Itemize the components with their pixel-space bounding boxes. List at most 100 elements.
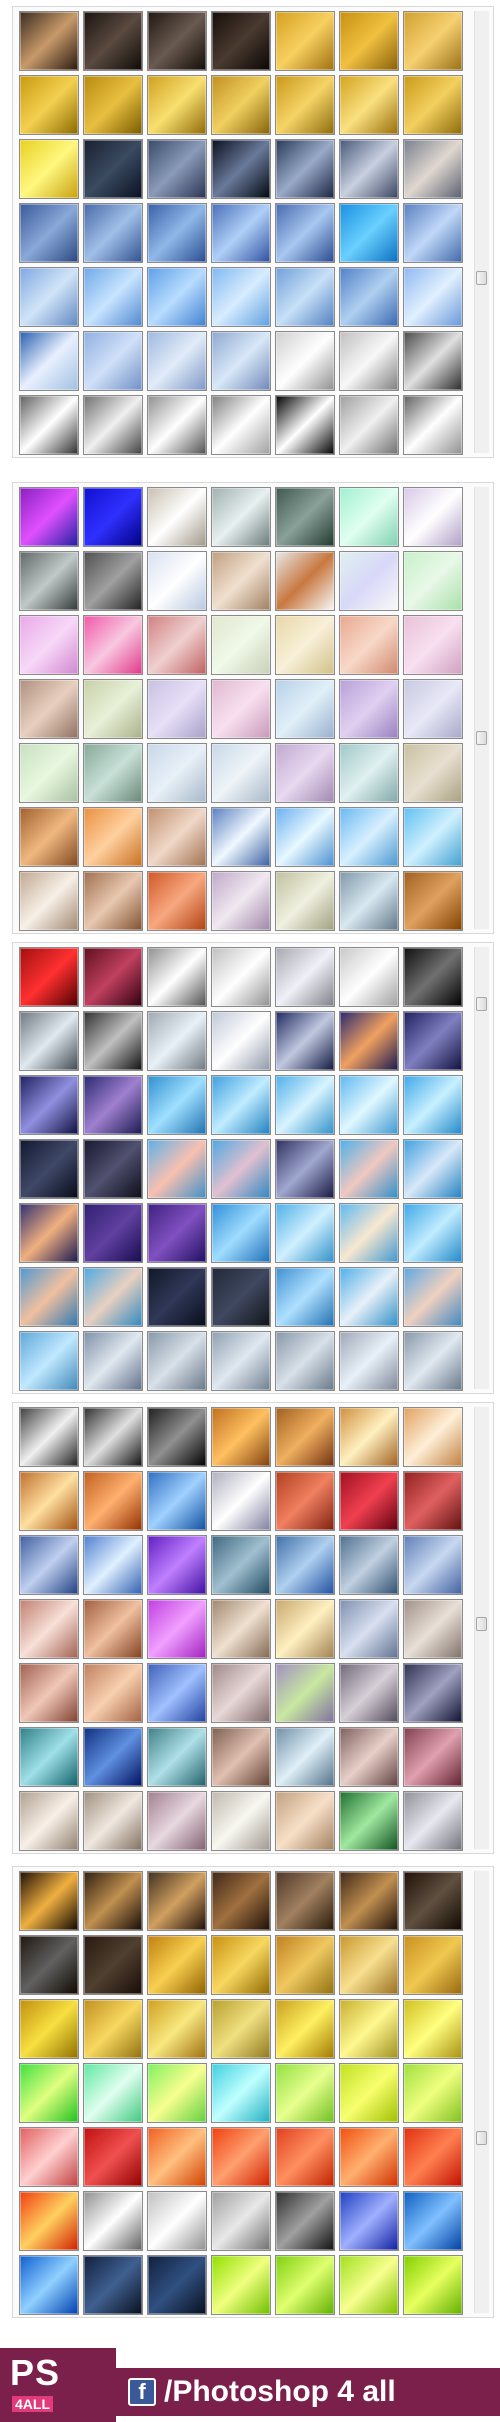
gradient-swatch[interactable]: [19, 1999, 79, 2059]
gradient-swatch[interactable]: [339, 1599, 399, 1659]
gradient-swatch[interactable]: [211, 1935, 271, 1995]
gradient-swatch[interactable]: [147, 139, 207, 199]
gradient-swatch[interactable]: [339, 551, 399, 611]
gradient-swatch[interactable]: [83, 75, 143, 135]
gradient-swatch[interactable]: [147, 871, 207, 931]
gradient-swatch[interactable]: [403, 1663, 463, 1723]
gradient-swatch[interactable]: [83, 1791, 143, 1851]
gradient-swatch[interactable]: [19, 1871, 79, 1931]
gradient-swatch[interactable]: [83, 1267, 143, 1327]
gradient-swatch[interactable]: [403, 487, 463, 547]
gradient-swatch[interactable]: [19, 871, 79, 931]
gradient-swatch[interactable]: [403, 1471, 463, 1531]
gradient-swatch[interactable]: [339, 1727, 399, 1787]
gradient-swatch[interactable]: [83, 743, 143, 803]
gradient-swatch[interactable]: [339, 1011, 399, 1071]
gradient-swatch[interactable]: [147, 1075, 207, 1135]
gradient-swatch[interactable]: [19, 1535, 79, 1595]
gradient-swatch[interactable]: [211, 2127, 271, 2187]
gradient-swatch[interactable]: [147, 331, 207, 391]
gradient-swatch[interactable]: [83, 1011, 143, 1071]
gradient-swatch[interactable]: [83, 871, 143, 931]
gradient-swatch[interactable]: [403, 1791, 463, 1851]
vertical-scrollbar[interactable]: [474, 1871, 489, 2313]
gradient-swatch[interactable]: [275, 2127, 335, 2187]
gradient-swatch[interactable]: [83, 487, 143, 547]
gradient-swatch[interactable]: [403, 1331, 463, 1391]
gradient-swatch[interactable]: [83, 2127, 143, 2187]
gradient-swatch[interactable]: [403, 1999, 463, 2059]
gradient-swatch[interactable]: [403, 1599, 463, 1659]
gradient-swatch[interactable]: [83, 1727, 143, 1787]
gradient-swatch[interactable]: [83, 1871, 143, 1931]
scrollbar-thumb[interactable]: [476, 2131, 487, 2145]
gradient-swatch[interactable]: [83, 139, 143, 199]
gradient-swatch[interactable]: [211, 139, 271, 199]
gradient-swatch[interactable]: [19, 75, 79, 135]
gradient-swatch[interactable]: [147, 1999, 207, 2059]
gradient-swatch[interactable]: [403, 807, 463, 867]
gradient-swatch[interactable]: [83, 2063, 143, 2123]
gradient-swatch[interactable]: [211, 871, 271, 931]
gradient-swatch[interactable]: [147, 1407, 207, 1467]
gradient-swatch[interactable]: [211, 1471, 271, 1531]
gradient-swatch[interactable]: [19, 1203, 79, 1263]
gradient-swatch[interactable]: [339, 1935, 399, 1995]
scrollbar-thumb[interactable]: [476, 271, 487, 285]
gradient-swatch[interactable]: [83, 1139, 143, 1199]
gradient-swatch[interactable]: [403, 1535, 463, 1595]
gradient-swatch[interactable]: [403, 203, 463, 263]
gradient-swatch[interactable]: [211, 743, 271, 803]
vertical-scrollbar[interactable]: [474, 947, 489, 1389]
gradient-swatch[interactable]: [211, 679, 271, 739]
gradient-swatch[interactable]: [339, 615, 399, 675]
gradient-swatch[interactable]: [403, 679, 463, 739]
gradient-swatch[interactable]: [147, 743, 207, 803]
gradient-swatch[interactable]: [403, 395, 463, 455]
gradient-swatch[interactable]: [211, 1203, 271, 1263]
gradient-swatch[interactable]: [19, 2127, 79, 2187]
gradient-swatch[interactable]: [403, 331, 463, 391]
gradient-swatch[interactable]: [339, 2127, 399, 2187]
gradient-swatch[interactable]: [83, 2255, 143, 2315]
gradient-swatch[interactable]: [211, 75, 271, 135]
gradient-swatch[interactable]: [403, 1011, 463, 1071]
gradient-swatch[interactable]: [147, 267, 207, 327]
gradient-swatch[interactable]: [403, 2063, 463, 2123]
gradient-swatch[interactable]: [19, 1727, 79, 1787]
gradient-swatch[interactable]: [83, 1663, 143, 1723]
gradient-swatch[interactable]: [403, 75, 463, 135]
gradient-swatch[interactable]: [403, 1871, 463, 1931]
gradient-swatch[interactable]: [19, 1267, 79, 1327]
gradient-swatch[interactable]: [275, 1535, 335, 1595]
gradient-swatch[interactable]: [147, 1471, 207, 1531]
gradient-swatch[interactable]: [83, 1075, 143, 1135]
gradient-swatch[interactable]: [147, 679, 207, 739]
gradient-swatch[interactable]: [211, 395, 271, 455]
gradient-swatch[interactable]: [83, 1407, 143, 1467]
gradient-swatch[interactable]: [275, 947, 335, 1007]
gradient-swatch[interactable]: [147, 2063, 207, 2123]
gradient-swatch[interactable]: [211, 1535, 271, 1595]
gradient-swatch[interactable]: [339, 75, 399, 135]
gradient-swatch[interactable]: [211, 331, 271, 391]
gradient-swatch[interactable]: [147, 487, 207, 547]
gradient-swatch[interactable]: [19, 331, 79, 391]
gradient-swatch[interactable]: [211, 203, 271, 263]
gradient-swatch[interactable]: [339, 267, 399, 327]
gradient-swatch[interactable]: [19, 947, 79, 1007]
gradient-swatch[interactable]: [403, 139, 463, 199]
gradient-swatch[interactable]: [211, 487, 271, 547]
gradient-swatch[interactable]: [339, 1663, 399, 1723]
gradient-swatch[interactable]: [19, 2063, 79, 2123]
gradient-swatch[interactable]: [83, 395, 143, 455]
gradient-swatch[interactable]: [339, 947, 399, 1007]
gradient-swatch[interactable]: [211, 1075, 271, 1135]
gradient-swatch[interactable]: [275, 1075, 335, 1135]
gradient-swatch[interactable]: [147, 1791, 207, 1851]
gradient-swatch[interactable]: [339, 871, 399, 931]
gradient-swatch[interactable]: [403, 267, 463, 327]
gradient-swatch[interactable]: [275, 487, 335, 547]
gradient-swatch[interactable]: [339, 11, 399, 71]
gradient-swatch[interactable]: [211, 1791, 271, 1851]
